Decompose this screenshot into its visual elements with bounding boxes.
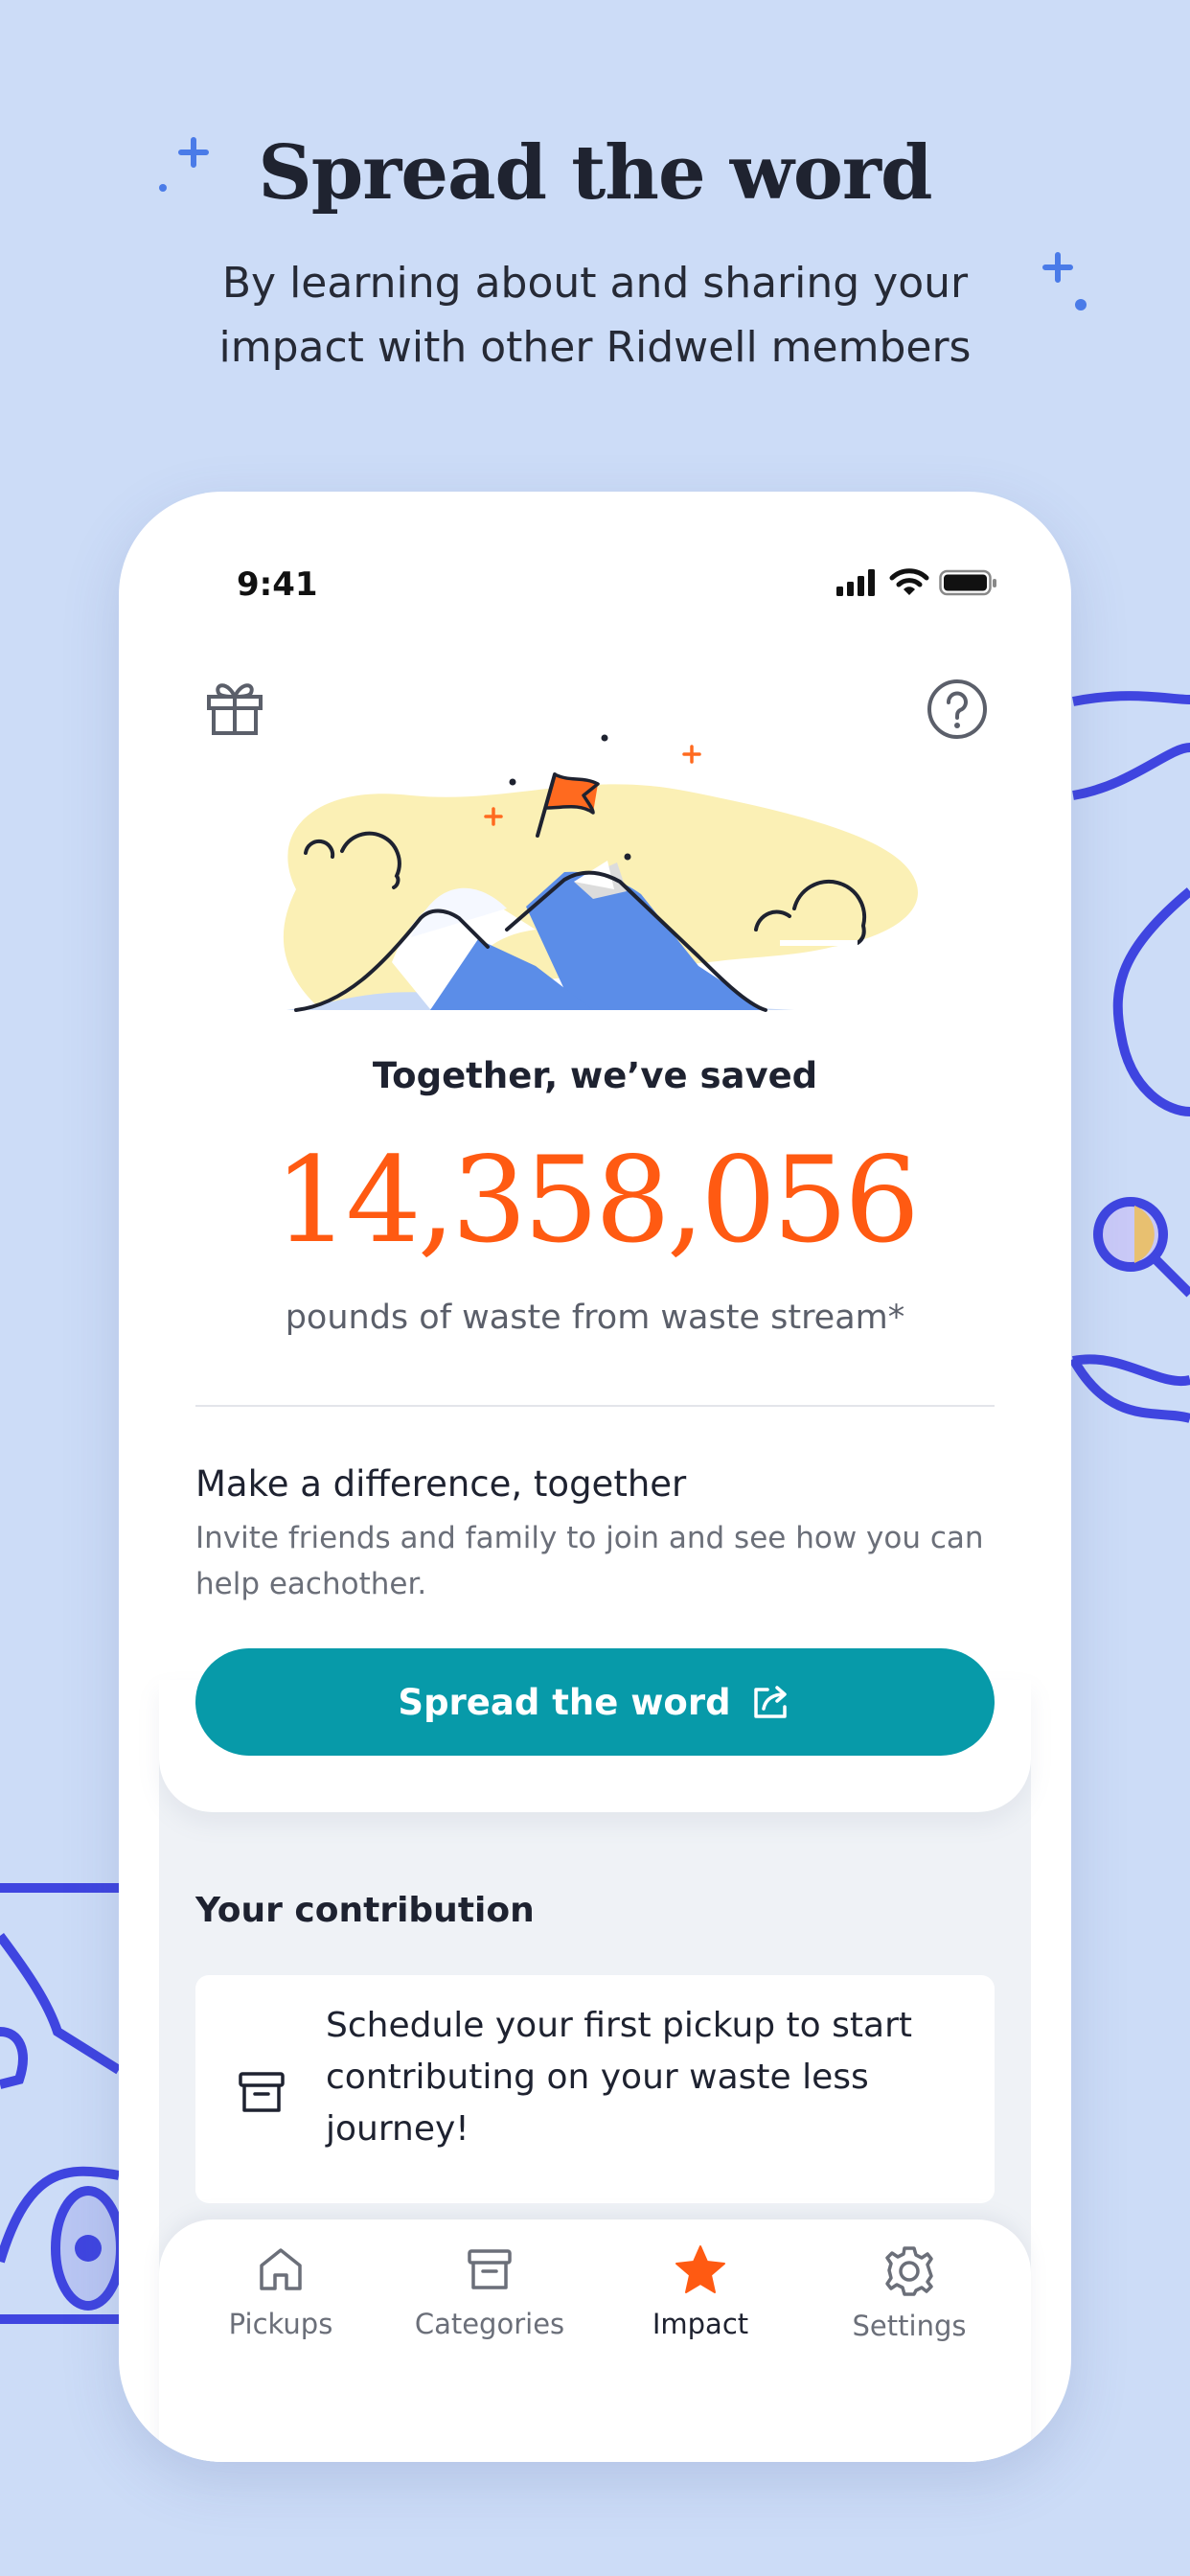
star-icon bbox=[675, 2245, 725, 2293]
tab-settings[interactable]: Settings bbox=[804, 2244, 1015, 2342]
tab-impact[interactable]: Impact bbox=[595, 2244, 806, 2340]
status-time: 9:41 bbox=[237, 565, 318, 604]
share-section-text: Invite friends and family to join and se… bbox=[195, 1521, 984, 1601]
gear-icon bbox=[885, 2246, 933, 2296]
divider bbox=[195, 1405, 995, 1407]
contribution-message: Schedule your first pickup to start cont… bbox=[326, 2006, 912, 2149]
tab-categories[interactable]: Categories bbox=[384, 2244, 595, 2340]
share-icon bbox=[753, 1686, 787, 1718]
spread-the-word-label: Spread the word bbox=[398, 1681, 731, 1723]
truck-decoration-left bbox=[0, 1883, 119, 2324]
archive-box-icon bbox=[239, 2072, 285, 2112]
page-subheadline: By learning about and sharing your impac… bbox=[218, 259, 972, 372]
signal-icon bbox=[836, 569, 876, 596]
tab-pickups[interactable]: Pickups bbox=[175, 2244, 386, 2340]
box-icon bbox=[468, 2249, 512, 2289]
saved-unit-label: pounds of waste from waste stream* bbox=[285, 1299, 905, 1337]
tab-pickups-label: Pickups bbox=[228, 2308, 333, 2340]
spread-the-word-button[interactable]: Spread the word bbox=[195, 1648, 995, 1756]
contribution-card[interactable]: Schedule your first pickup to start cont… bbox=[195, 1975, 995, 2203]
wifi-icon bbox=[889, 568, 929, 595]
mountain-illustration bbox=[283, 734, 918, 1012]
page-headline: Spread the word bbox=[258, 129, 932, 217]
sparkle-decoration-right bbox=[1042, 252, 1087, 310]
battery-icon bbox=[939, 569, 996, 596]
total-saved-number: 14,358,056 bbox=[274, 1132, 920, 1270]
tab-impact-label: Impact bbox=[652, 2308, 749, 2340]
status-icons bbox=[836, 568, 998, 597]
bottom-tab-bar: Pickups Categories Impact Settings bbox=[159, 2220, 1031, 2462]
contribution-title: Your contribution bbox=[195, 1891, 535, 1930]
share-section-title: Make a difference, together bbox=[195, 1463, 687, 1505]
home-icon bbox=[260, 2248, 302, 2290]
tab-settings-label: Settings bbox=[852, 2310, 967, 2342]
squiggle-decoration-right bbox=[1068, 691, 1190, 1423]
together-label: Together, we’ve saved bbox=[372, 1055, 818, 1096]
phone-mockup: 9:41 Together, we’ve saved 14,358,056 po… bbox=[119, 492, 1071, 2462]
tab-categories-label: Categories bbox=[414, 2308, 565, 2340]
